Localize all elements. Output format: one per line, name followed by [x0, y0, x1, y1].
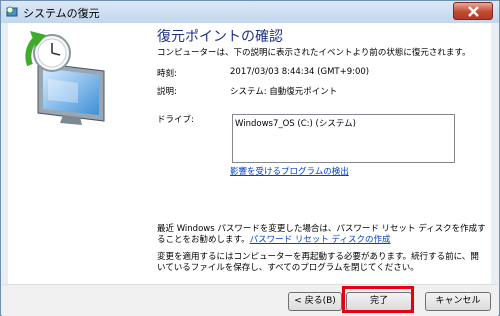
left-panel — [8, 23, 128, 284]
cancel-button[interactable]: キャンセル — [425, 292, 491, 311]
finish-button-highlight — [342, 286, 414, 313]
system-restore-illustration-icon — [25, 31, 105, 125]
drive-list-item[interactable]: Windows7_OS (C:) (システム) — [235, 117, 356, 129]
drive-list[interactable]: Windows7_OS (C:) (システム) — [232, 114, 455, 163]
content-panel: 復元ポイントの確認 コンピューターは、下の説明に表示されたイベントより前の状態に… — [128, 23, 491, 284]
description-label: 説明: — [157, 87, 177, 97]
password-reset-disk-link[interactable]: パスワード リセット ディスクの作成 — [250, 235, 391, 245]
page-title: 復元ポイントの確認 — [157, 29, 283, 45]
close-button[interactable] — [453, 2, 493, 20]
window-title: システムの復元 — [23, 7, 100, 20]
intro-text: コンピューターは、下の説明に表示されたイベントより前の状態に復元されます。 — [157, 48, 471, 58]
time-label: 時刻: — [157, 69, 177, 79]
title-bar[interactable]: システムの復元 — [1, 1, 499, 23]
system-restore-icon — [6, 6, 18, 17]
back-button[interactable]: < 戻る(B) — [288, 292, 342, 311]
affected-programs-link[interactable]: 影響を受けるプログラムの検出 — [230, 165, 349, 177]
time-value: 2017/03/03 8:44:34 (GMT+9:00) — [230, 67, 370, 77]
button-bar: < 戻る(B) 完了 キャンセル — [2, 284, 498, 316]
drive-label: ドライブ: — [157, 115, 194, 125]
system-restore-window: システムの復元 復元ポイントの確認 コンピューターは、下の説明に表示されたイベン… — [0, 0, 500, 316]
password-note: 最近 Windows パスワードを変更した場合は、パスワード リセット ディスク… — [157, 224, 487, 246]
description-value: システム: 自動復元ポイント — [230, 87, 338, 97]
restart-note: 変更を適用するにはコンピューターを再起動する必要があります。続行する前に、開いて… — [157, 252, 479, 273]
close-icon — [468, 6, 479, 17]
